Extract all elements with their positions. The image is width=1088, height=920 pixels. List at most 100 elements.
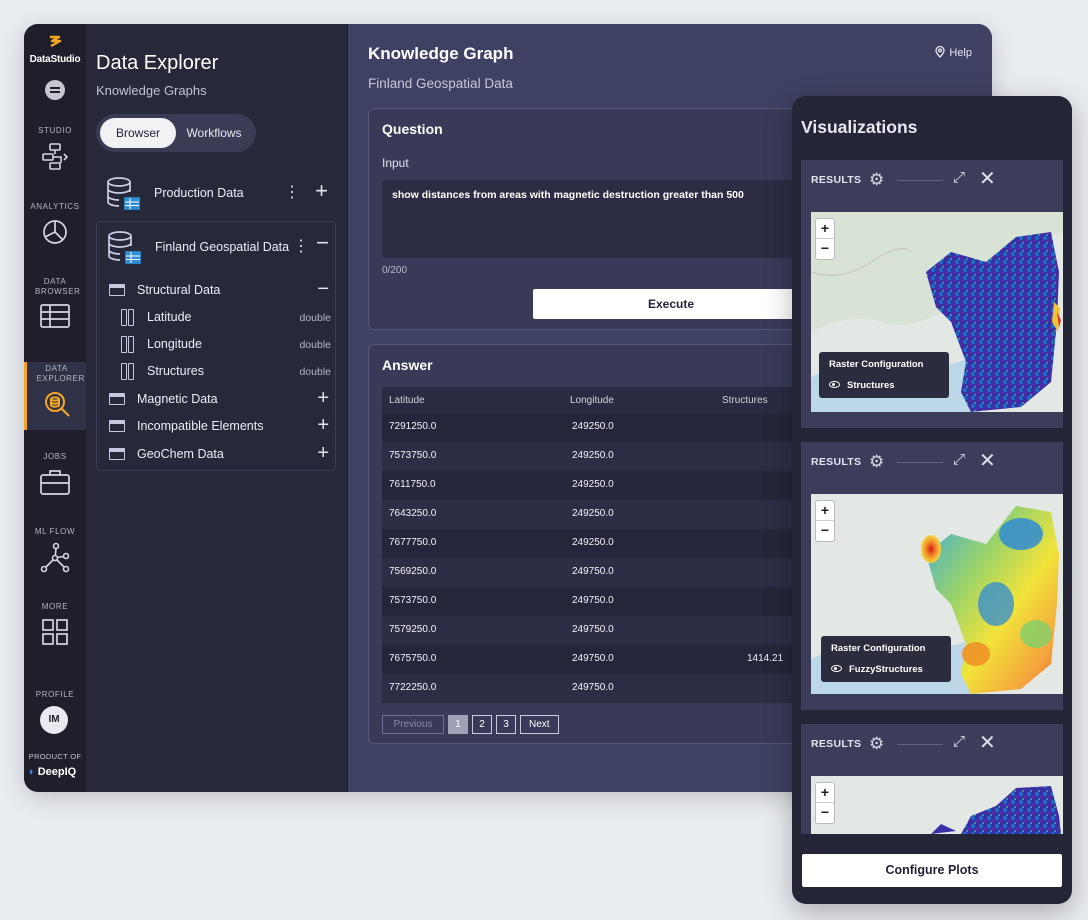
nav-analytics[interactable]: ANALYTICS	[24, 202, 86, 247]
product-of-label: PRODUCT OF	[28, 752, 82, 761]
expand-icon[interactable]: ⤢	[953, 169, 965, 186]
profile-label: PROFILE	[35, 690, 75, 699]
column-header[interactable]: Structures	[722, 395, 768, 406]
database-name: Production Data	[154, 186, 244, 200]
column-header[interactable]: Longitude	[570, 395, 614, 406]
gear-icon[interactable]: ⚙	[869, 734, 884, 754]
table-cell: 7675750.0	[389, 653, 437, 664]
more-options-icon[interactable]: ⋮	[284, 182, 300, 202]
zoom-out-button[interactable]: −	[816, 521, 834, 541]
close-icon[interactable]: ✕	[979, 448, 996, 473]
collapse-minus-icon[interactable]: −	[317, 278, 329, 301]
page-button[interactable]: 1	[448, 715, 468, 734]
database-name: Finland Geospatial Data	[155, 240, 290, 254]
nav-more[interactable]: MORE	[24, 602, 86, 647]
explorer-subtitle: Knowledge Graphs	[96, 83, 207, 98]
expand-icon[interactable]: ⤢	[953, 733, 965, 750]
zoom-out-button[interactable]: −	[816, 803, 834, 823]
close-icon[interactable]: ✕	[979, 166, 996, 191]
help-link[interactable]: Help	[935, 45, 972, 59]
app-logo[interactable]: DataStudio	[24, 34, 86, 65]
execute-button[interactable]: Execute	[533, 289, 809, 319]
deepiq-mark-icon: ◗	[28, 766, 35, 778]
table-name: Incompatible Elements	[137, 419, 264, 433]
network-icon	[40, 542, 70, 573]
raster-config-title: Raster Configuration	[831, 643, 926, 654]
table-row[interactable]: GeoChem Data +	[97, 442, 337, 467]
gear-icon[interactable]: ⚙	[869, 452, 884, 472]
expand-plus-icon[interactable]: +	[317, 414, 329, 437]
avatar[interactable]: IM	[40, 706, 68, 734]
table-cell: 249250.0	[572, 450, 614, 461]
explorer-panel: Data Explorer Knowledge Graphs Browser W…	[86, 24, 348, 792]
database-icon	[108, 231, 141, 264]
column-row[interactable]: Structures double	[97, 360, 337, 384]
map-zoom-control: + −	[815, 500, 835, 542]
table-row[interactable]: Structural Data −	[97, 278, 337, 303]
nav-data-explorer[interactable]: DATA EXPLORER	[24, 362, 86, 430]
table-cell: 249750.0	[572, 566, 614, 577]
result-card: RESULTS ⚙ ⤢ ✕ + −	[801, 724, 1063, 834]
table-row[interactable]: Magnetic Data +	[97, 387, 337, 412]
zoom-out-button[interactable]: −	[816, 239, 834, 259]
profile-section: PROFILE	[24, 690, 86, 700]
nav-data-browser[interactable]: DATA BROWSER	[24, 277, 86, 330]
column-name: Longitude	[147, 337, 202, 351]
expand-icon[interactable]: ⤢	[953, 451, 965, 468]
map-view[interactable]: + −	[811, 776, 1063, 834]
page-button[interactable]: 2	[472, 715, 492, 734]
table-cell: 249750.0	[572, 653, 614, 664]
answer-title: Answer	[382, 357, 433, 373]
raster-config-popup: Raster Configuration FuzzyStructures	[821, 636, 951, 682]
nav-more-label: MORE	[41, 602, 69, 611]
nav-jobs-label: JOBS	[43, 452, 67, 461]
more-options-icon[interactable]: ⋮	[293, 236, 309, 256]
column-icon	[121, 336, 134, 353]
map-zoom-control: + −	[815, 218, 835, 260]
layer-toggle[interactable]: FuzzyStructures	[831, 664, 941, 675]
menu-icon[interactable]	[45, 80, 65, 100]
table-cell: 249750.0	[572, 682, 614, 693]
zoom-in-button[interactable]: +	[816, 501, 834, 521]
database-row[interactable]: Finland Geospatial Data ⋮ −	[97, 228, 337, 268]
table-icon	[40, 304, 70, 328]
configure-plots-button[interactable]: Configure Plots	[802, 854, 1062, 887]
table-icon	[109, 448, 125, 460]
column-row[interactable]: Longitude double	[97, 333, 337, 357]
layer-toggle[interactable]: Structures	[829, 380, 939, 391]
tab-workflows[interactable]: Workflows	[176, 118, 252, 148]
zoom-in-button[interactable]: +	[816, 783, 834, 803]
pie-chart-icon	[43, 220, 67, 244]
nav-studio[interactable]: STUDIO	[24, 126, 86, 171]
expand-plus-icon[interactable]: +	[317, 442, 329, 465]
table-cell: 249250.0	[572, 479, 614, 490]
map-view[interactable]: + − Raster Configuration Structures	[811, 212, 1063, 412]
page-button[interactable]: 3	[496, 715, 516, 734]
table-icon	[109, 284, 125, 296]
table-cell: 7677750.0	[389, 537, 437, 548]
next-button[interactable]: Next	[520, 715, 559, 734]
expand-plus-icon[interactable]: +	[317, 387, 329, 410]
zoom-in-button[interactable]: +	[816, 219, 834, 239]
tab-browser[interactable]: Browser	[100, 118, 176, 148]
nav-ml-flow[interactable]: ML FLOW	[24, 527, 86, 574]
column-header[interactable]: Latitude	[389, 395, 425, 406]
table-name: Structural Data	[137, 283, 221, 297]
table-row[interactable]: Incompatible Elements +	[97, 414, 337, 439]
previous-button[interactable]: Previous	[382, 715, 444, 734]
column-row[interactable]: Latitude double	[97, 306, 337, 330]
database-row[interactable]: Production Data ⋮ +	[96, 174, 336, 214]
question-title: Question	[382, 121, 443, 137]
divider	[897, 180, 943, 181]
expand-plus-icon[interactable]: +	[315, 178, 328, 204]
nav-jobs[interactable]: JOBS	[24, 452, 86, 497]
visualizations-title: Visualizations	[801, 117, 918, 137]
column-icon	[121, 363, 134, 380]
collapse-minus-icon[interactable]: −	[316, 230, 329, 256]
gear-icon[interactable]: ⚙	[869, 170, 884, 190]
result-header: RESULTS	[811, 456, 862, 468]
database-tree: Finland Geospatial Data ⋮ − Structural D…	[96, 221, 336, 471]
map-view[interactable]: + − Raster Configuration FuzzyStructures	[811, 494, 1063, 694]
map-zoom-control: + −	[815, 782, 835, 824]
close-icon[interactable]: ✕	[979, 730, 996, 755]
